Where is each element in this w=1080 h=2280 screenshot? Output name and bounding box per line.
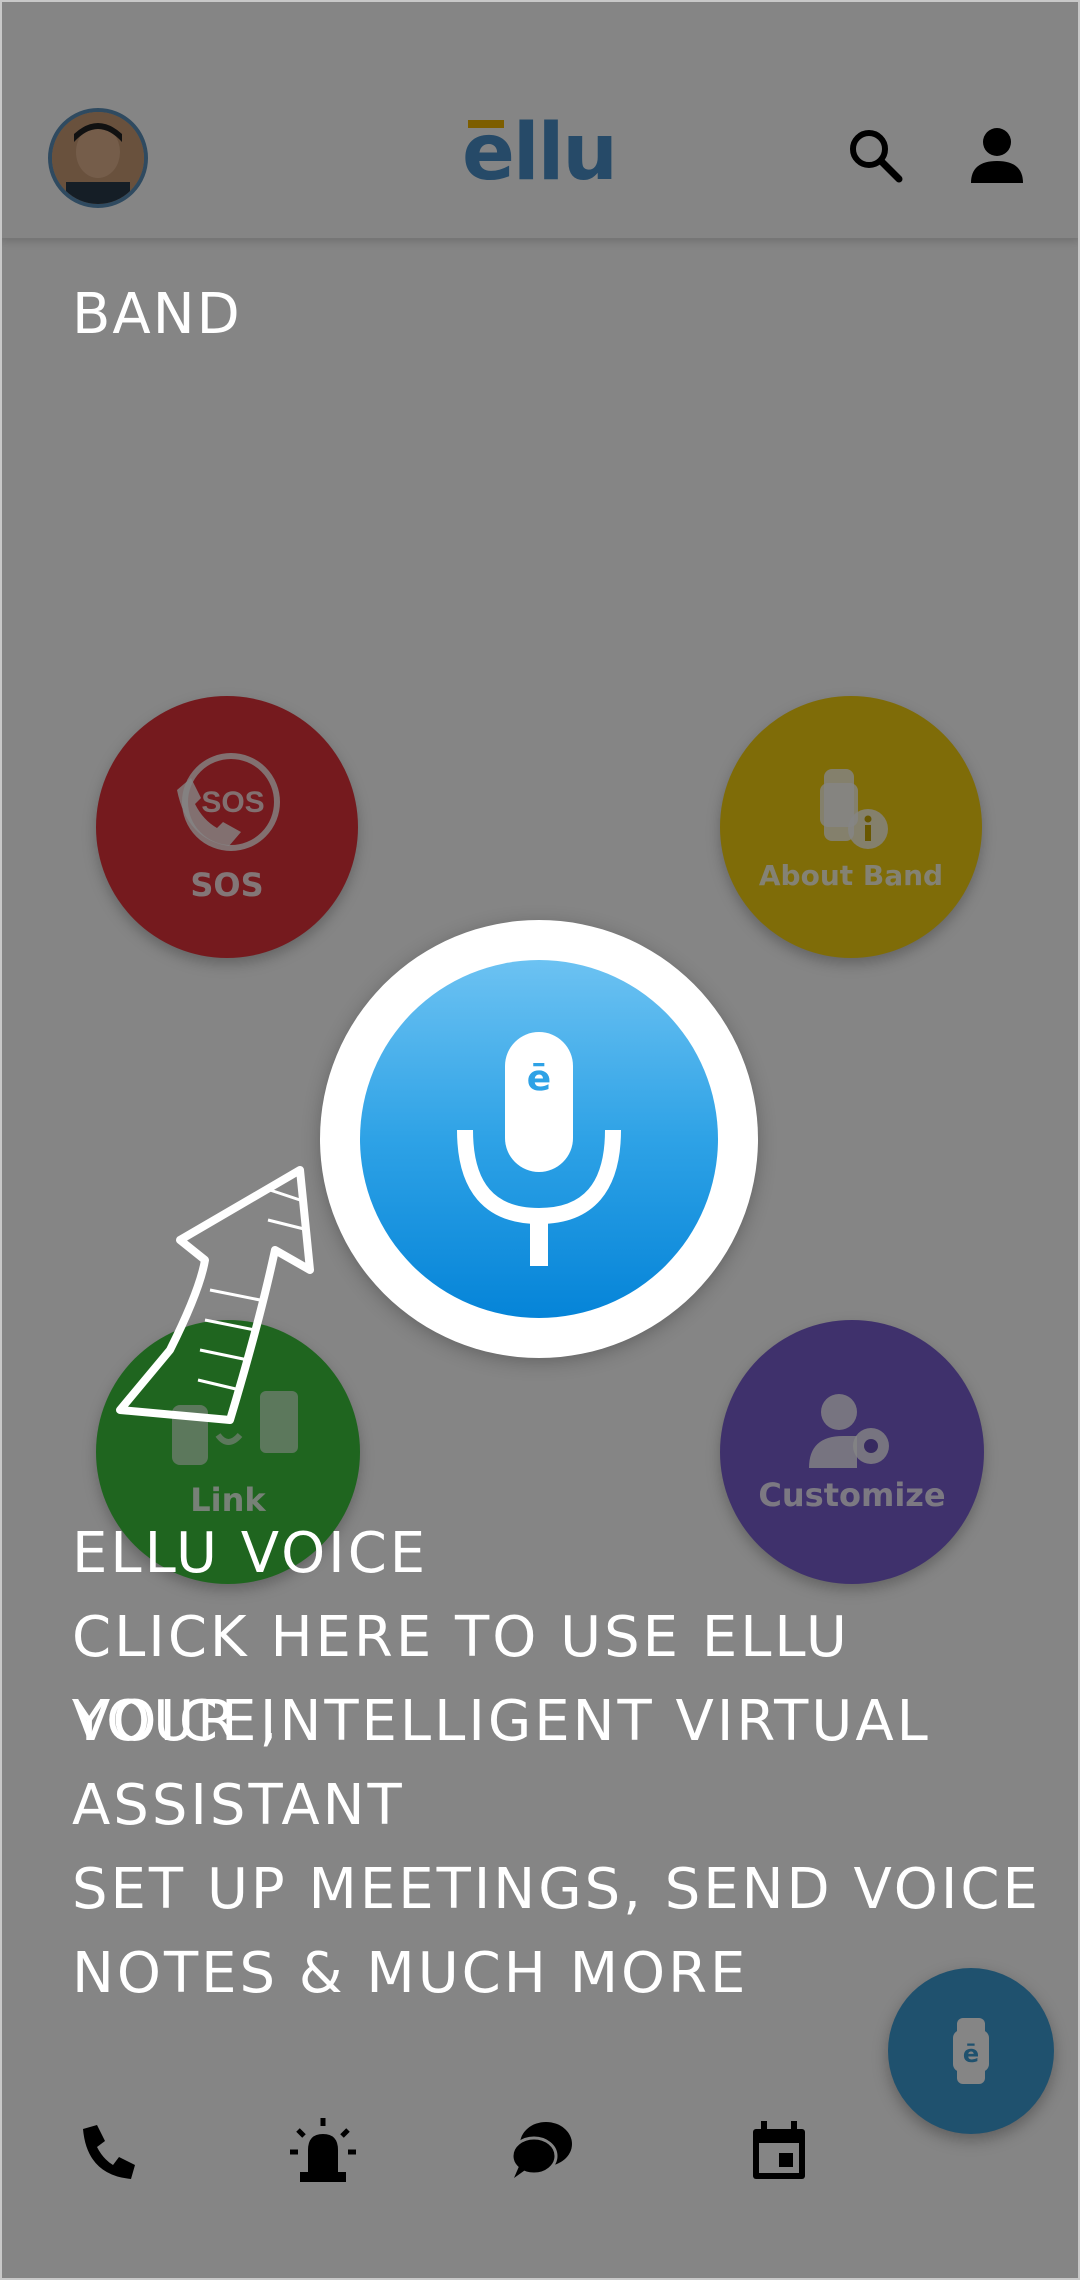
ellu-voice-button[interactable]: ē [320, 920, 758, 1358]
pointer-arrow-icon [116, 1166, 314, 1424]
tooltip-line-5: NOTES & MUCH MORE [72, 1941, 749, 2006]
microphone-icon: ē [457, 1032, 621, 1266]
section-label: BAND [72, 282, 242, 347]
tooltip-line-3: ASSISTANT [72, 1773, 405, 1838]
tooltip-line-4: SET UP MEETINGS, SEND VOICE [72, 1857, 1041, 1922]
tooltip-line-2: YOUR INTELLIGENT VIRTUAL [72, 1689, 931, 1754]
svg-text:ē: ē [527, 1058, 551, 1099]
app-screen: ellu SOS SOS About Band Link Customize ē… [0, 0, 1080, 2280]
tooltip-title: ELLU VOICE [72, 1521, 429, 1586]
mic-circle: ē [360, 960, 718, 1318]
